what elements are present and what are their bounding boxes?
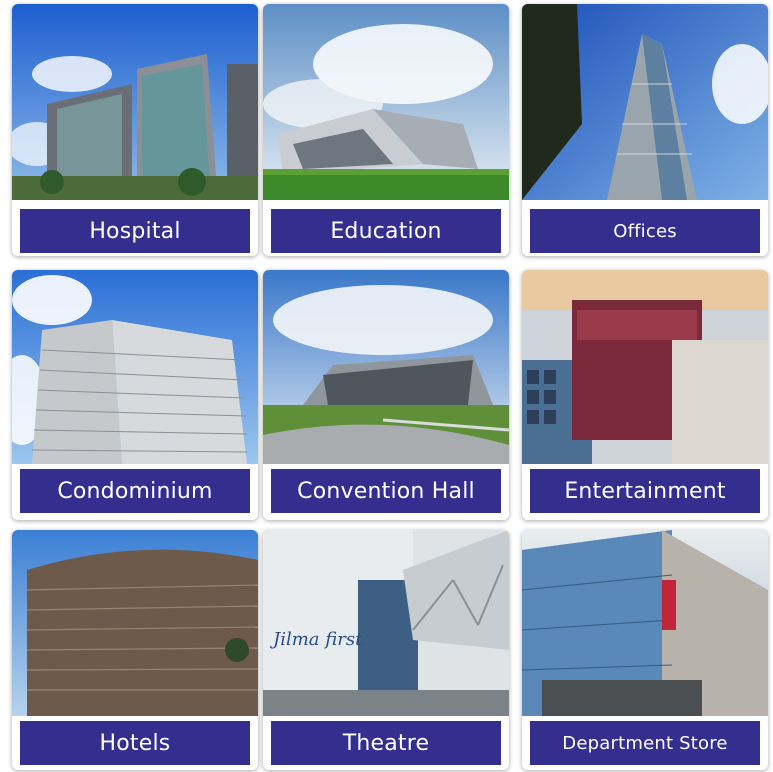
category-card-hotels[interactable]: Hotels	[12, 530, 258, 770]
category-card-department-store[interactable]: Department Store	[522, 530, 768, 770]
category-card-education[interactable]: Education	[263, 4, 509, 256]
hospital-building-photo	[12, 4, 258, 200]
category-card-convention-hall[interactable]: Convention Hall	[263, 270, 509, 520]
category-label-condominium: Condominium	[20, 469, 250, 513]
category-label-education: Education	[271, 209, 501, 253]
category-label-department-store: Department Store	[530, 721, 760, 765]
theatre-sign-lettering: Jilma first	[269, 629, 363, 650]
category-card-offices[interactable]: Offices	[522, 4, 768, 256]
category-label-theatre: Theatre	[271, 721, 501, 765]
convention-hall-photo	[263, 270, 509, 464]
category-card-theatre[interactable]: Jilma first Theatre	[263, 530, 509, 770]
category-label-hotels: Hotels	[20, 721, 250, 765]
office-tower-photo	[522, 4, 768, 200]
category-label-convention-hall: Convention Hall	[271, 469, 501, 513]
theatre-building-photo: Jilma first	[263, 530, 509, 716]
department-store-photo	[522, 530, 768, 716]
category-label-offices: Offices	[530, 209, 760, 253]
category-card-hospital[interactable]: Hospital	[12, 4, 258, 256]
category-label-hospital: Hospital	[20, 209, 250, 253]
category-card-condominium[interactable]: Condominium	[12, 270, 258, 520]
category-card-entertainment[interactable]: Entertainment	[522, 270, 768, 520]
hotel-tower-photo	[12, 530, 258, 716]
entertainment-complex-photo	[522, 270, 768, 464]
condominium-tower-photo	[12, 270, 258, 464]
education-building-photo	[263, 4, 509, 200]
category-label-entertainment: Entertainment	[530, 469, 760, 513]
category-grid: Hospital Education Offices Condominium C…	[0, 0, 773, 772]
